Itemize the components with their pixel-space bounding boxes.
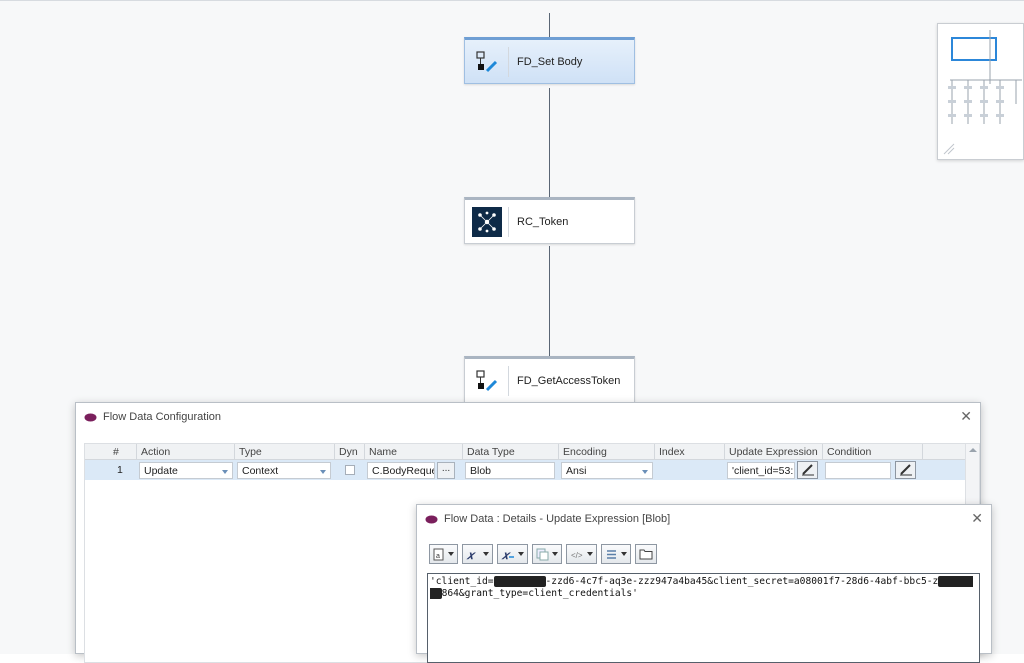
minimap[interactable] <box>937 23 1024 160</box>
flow-node-fd-set-body[interactable]: FD_Set Body <box>464 37 635 84</box>
dialog-title: Flow Data Configuration <box>103 411 222 423</box>
condition-field[interactable] <box>825 462 891 479</box>
type-select[interactable]: Context <box>237 462 331 479</box>
list-icon[interactable] <box>601 544 631 564</box>
code-icon[interactable]: </> <box>566 544 597 564</box>
node-label: FD_GetAccessToken <box>517 374 621 387</box>
chevron-down-icon <box>222 470 228 474</box>
update-expression-field[interactable]: 'client_id=53: <box>727 462 795 479</box>
chevron-down-icon <box>320 470 326 474</box>
update-expression-editor[interactable]: 'client_id=9e8a2b1c0-zzd6-4c7f-aq3e-zzz9… <box>427 573 980 663</box>
dialog-title: Flow Data : Details - Update Expression … <box>444 513 671 525</box>
column-header[interactable]: Encoding <box>559 444 655 460</box>
dyn-checkbox[interactable] <box>345 465 355 475</box>
column-header[interactable]: Type <box>235 444 335 460</box>
svg-text:a: a <box>436 553 440 560</box>
remove-function-icon[interactable]: 𝑥 <box>497 544 528 564</box>
column-header[interactable]: # <box>109 444 137 460</box>
index-field[interactable] <box>657 462 723 479</box>
copy-icon[interactable] <box>532 544 562 564</box>
connector-line <box>549 246 550 358</box>
column-header[interactable]: Update Expression <box>725 444 823 460</box>
connector-line <box>549 13 550 39</box>
dialog-title-bar[interactable]: Flow Data : Details - Update Expression … <box>417 505 991 533</box>
flow-data-icon <box>465 365 509 396</box>
grid-header: # Action Type Dyn Name Data Type Encodin… <box>85 444 979 460</box>
connector-line <box>549 88 550 198</box>
redacted-text: 9e8a2b1c0 <box>493 576 546 587</box>
encoding-select[interactable]: Ansi <box>561 462 653 479</box>
column-header[interactable]: Action <box>137 444 235 460</box>
flow-data-details-dialog: Flow Data : Details - Update Expression … <box>416 504 992 663</box>
name-ellipsis-button[interactable]: ... <box>437 462 455 479</box>
svg-text:𝑥: 𝑥 <box>501 548 511 561</box>
node-label: RC_Token <box>517 215 569 228</box>
svg-text:𝑥: 𝑥 <box>466 548 476 561</box>
data-type-field[interactable]: Blob <box>465 462 555 479</box>
dialog-title-bar[interactable]: Flow Data Configuration <box>76 403 980 431</box>
insert-field-icon[interactable]: a <box>429 544 458 564</box>
edit-icon[interactable] <box>895 461 916 479</box>
close-icon[interactable]: ✕ <box>960 409 972 423</box>
expression-toolbar: a 𝑥 𝑥 </> <box>429 543 661 565</box>
column-header[interactable]: Dyn <box>335 444 365 460</box>
node-label: FD_Set Body <box>517 55 583 68</box>
flow-node-rc-token[interactable]: RC_Token <box>464 197 635 244</box>
action-select[interactable]: Update <box>139 462 233 479</box>
scroll-up-icon[interactable] <box>969 448 977 452</box>
column-header[interactable]: Index <box>655 444 725 460</box>
chevron-down-icon <box>642 470 648 474</box>
folder-icon[interactable] <box>635 544 657 564</box>
table-row[interactable]: 1 Update Context C.BodyRequest ... Blob … <box>85 460 979 480</box>
close-icon[interactable]: ✕ <box>971 511 983 525</box>
svg-text:</>: </> <box>571 551 583 560</box>
app-logo-icon <box>425 515 438 524</box>
app-logo-icon <box>84 413 97 422</box>
column-header[interactable]: Condition <box>823 444 923 460</box>
column-header[interactable]: Name <box>365 444 463 460</box>
flow-node-fd-getaccesstoken[interactable]: FD_GetAccessToken <box>464 356 635 403</box>
name-field[interactable]: C.BodyRequest <box>367 462 435 479</box>
rest-call-icon <box>465 206 509 237</box>
function-icon[interactable]: 𝑥 <box>462 544 493 564</box>
edit-icon[interactable] <box>797 461 818 479</box>
flow-data-icon <box>465 46 509 77</box>
row-number: 1 <box>117 464 123 476</box>
column-header[interactable]: Data Type <box>463 444 559 460</box>
